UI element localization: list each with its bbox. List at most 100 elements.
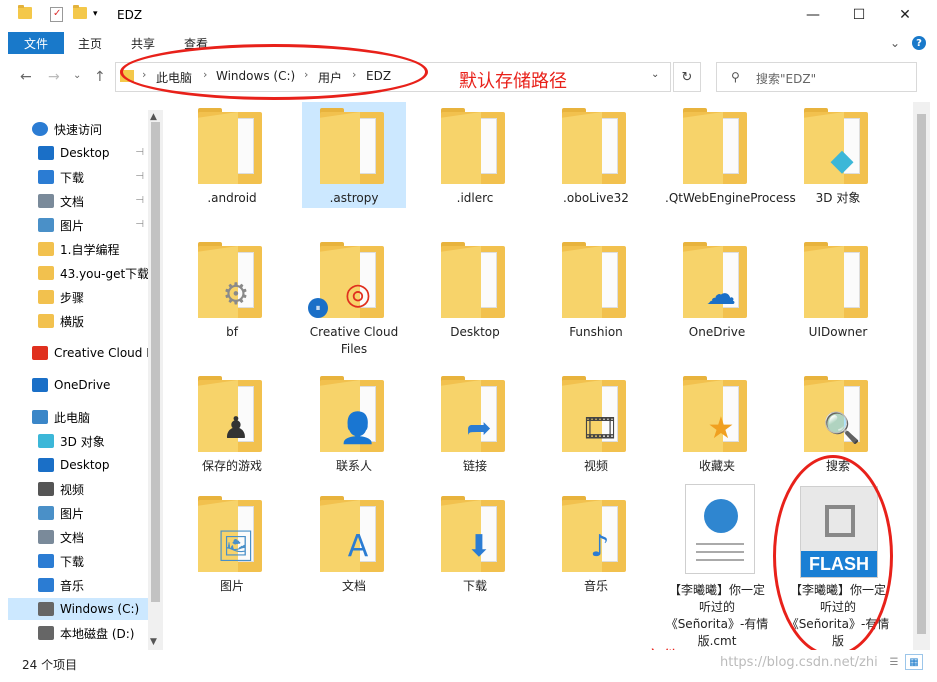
up-button[interactable]: ↑: [94, 69, 106, 85]
item-label: UIDowner: [808, 325, 868, 339]
sidebar-scroll-thumb[interactable]: [151, 122, 160, 602]
sidebar-item-16[interactable]: 图片: [8, 502, 148, 524]
new-folder-icon[interactable]: [73, 5, 89, 23]
document-file-icon: [685, 484, 755, 574]
sidebar-item-label: 视频: [60, 482, 85, 497]
sidebar-item-13[interactable]: 3D 对象: [8, 430, 148, 452]
large-icons-view-button[interactable]: ▦: [905, 654, 923, 670]
item-label: 音乐: [583, 579, 608, 593]
annotation-oval-path: [120, 44, 428, 100]
sidebar-item-label: OneDrive: [54, 378, 111, 392]
computer-icon: [32, 410, 48, 424]
customize-quick-access-icon[interactable]: ▾: [93, 9, 109, 25]
music-icon: [38, 578, 54, 592]
sidebar-item-label: 横版: [60, 314, 85, 329]
sidebar-item-10[interactable]: Creative Cloud F: [8, 342, 148, 364]
annotation-oval-file: [773, 455, 893, 657]
search-placeholder: 搜索"EDZ": [756, 72, 817, 86]
refresh-button[interactable]: ↻: [673, 62, 701, 92]
sidebar-item-label: Windows (C:): [60, 602, 140, 616]
sidebar-item-18[interactable]: 下载: [8, 550, 148, 572]
download-arrow-icon: ⬇: [466, 528, 492, 564]
document-icon: A: [347, 528, 369, 564]
content-scroll-thumb[interactable]: [917, 114, 926, 634]
item-label: 下载: [462, 579, 487, 593]
drive-icon: [38, 626, 54, 640]
folder-icon: [38, 242, 54, 256]
onedrive-icon: ☁: [706, 276, 736, 312]
sidebar-item-4[interactable]: 文档 ⊣: [8, 190, 148, 212]
cube-icon: [38, 434, 54, 448]
item-label: .astropy: [329, 191, 379, 205]
scroll-down-icon[interactable]: ▼: [150, 637, 157, 647]
sidebar-item-11[interactable]: OneDrive: [8, 374, 148, 396]
back-button[interactable]: ←: [20, 69, 32, 85]
sidebar-item-20[interactable]: Windows (C:): [8, 598, 148, 620]
tab-home[interactable]: 主页: [78, 35, 102, 52]
item-label: bf: [226, 325, 238, 339]
sidebar-item-9[interactable]: 横版: [8, 310, 148, 332]
tab-file[interactable]: 文件: [8, 32, 64, 54]
sidebar-item-21[interactable]: 本地磁盘 (D:): [8, 622, 148, 644]
folder-item[interactable]: 🖼 图片: [174, 484, 284, 644]
sidebar-item-7[interactable]: 43.you-get下载: [8, 262, 148, 284]
folder-icon: [320, 108, 384, 184]
sidebar-item-label: 文档: [60, 530, 85, 545]
item-label: 视频: [583, 459, 608, 473]
help-icon[interactable]: ?: [912, 36, 926, 50]
search-icon: ⚲: [731, 70, 740, 84]
download-icon: [38, 170, 54, 184]
folder-item[interactable]: A 文档: [296, 484, 406, 644]
sidebar-item-17[interactable]: 文档: [8, 526, 148, 548]
sidebar-item-19[interactable]: 音乐: [8, 574, 148, 596]
sidebar-item-5[interactable]: 图片 ⊣: [8, 214, 148, 236]
close-button[interactable]: ✕: [882, 0, 928, 30]
item-label: Desktop: [450, 325, 500, 339]
folder-item[interactable]: ⬇ 下载: [417, 484, 527, 644]
sidebar-item-14[interactable]: Desktop: [8, 454, 148, 476]
folder-icon: [38, 314, 54, 328]
search-input[interactable]: [716, 62, 917, 92]
sidebar-item-15[interactable]: 视频: [8, 478, 148, 500]
item-label: 收藏夹: [698, 459, 735, 473]
tab-share[interactable]: 共享: [131, 35, 155, 52]
sidebar-item-8[interactable]: 步骤: [8, 286, 148, 308]
folder-icon: [18, 5, 34, 23]
scroll-up-icon[interactable]: ▲: [150, 112, 157, 122]
folder-icon: [562, 108, 626, 184]
window-title: EDZ: [117, 8, 143, 22]
sidebar-item-label: 快速访问: [54, 122, 103, 137]
item-label: OneDrive: [688, 325, 746, 339]
sidebar-item-label: 音乐: [60, 578, 85, 593]
sidebar-item-2[interactable]: Desktop ⊣: [8, 142, 148, 164]
sidebar-item-label: 1.自学编程: [60, 242, 120, 257]
forward-button[interactable]: →: [48, 69, 60, 85]
sidebar-item-3[interactable]: 下载 ⊣: [8, 166, 148, 188]
creative-cloud-icon: [32, 346, 48, 360]
address-dropdown-icon[interactable]: ⌄: [651, 69, 659, 80]
folder-item[interactable]: ♪ 音乐: [538, 484, 648, 644]
sidebar-item-12[interactable]: 此电脑: [8, 406, 148, 428]
sidebar-item-label: Desktop: [60, 146, 110, 160]
recent-locations-button[interactable]: ⌄: [73, 70, 81, 81]
expand-ribbon-icon[interactable]: ⌄: [890, 36, 900, 50]
link-arrow-icon: ➦: [466, 410, 492, 446]
contact-card-icon: 👤: [339, 410, 377, 446]
item-label: Creative Cloud Files: [309, 325, 399, 356]
onedrive-icon: [32, 378, 48, 392]
details-view-button[interactable]: ☰: [885, 654, 903, 670]
sidebar-item-1[interactable]: 快速访问: [8, 118, 148, 140]
item-label: .android: [207, 191, 257, 205]
sidebar-item-6[interactable]: 1.自学编程: [8, 238, 148, 260]
item-label: .oboLive32: [563, 191, 629, 205]
file-item[interactable]: 【李曦曦】你一定听过的《Señorita》-有情版.cmt: [659, 484, 769, 648]
watermark: https://blog.csdn.net/zhi: [720, 655, 878, 670]
minimize-button[interactable]: —: [790, 0, 836, 30]
video-icon: [38, 482, 54, 496]
sync-paused-icon: ⏸: [308, 298, 328, 318]
item-label: .idlerc: [456, 191, 494, 205]
sidebar-item-label: 步骤: [60, 290, 85, 305]
pictures-icon: [38, 506, 54, 520]
maximize-button[interactable]: ☐: [836, 0, 882, 30]
properties-icon[interactable]: ✓: [50, 7, 63, 22]
